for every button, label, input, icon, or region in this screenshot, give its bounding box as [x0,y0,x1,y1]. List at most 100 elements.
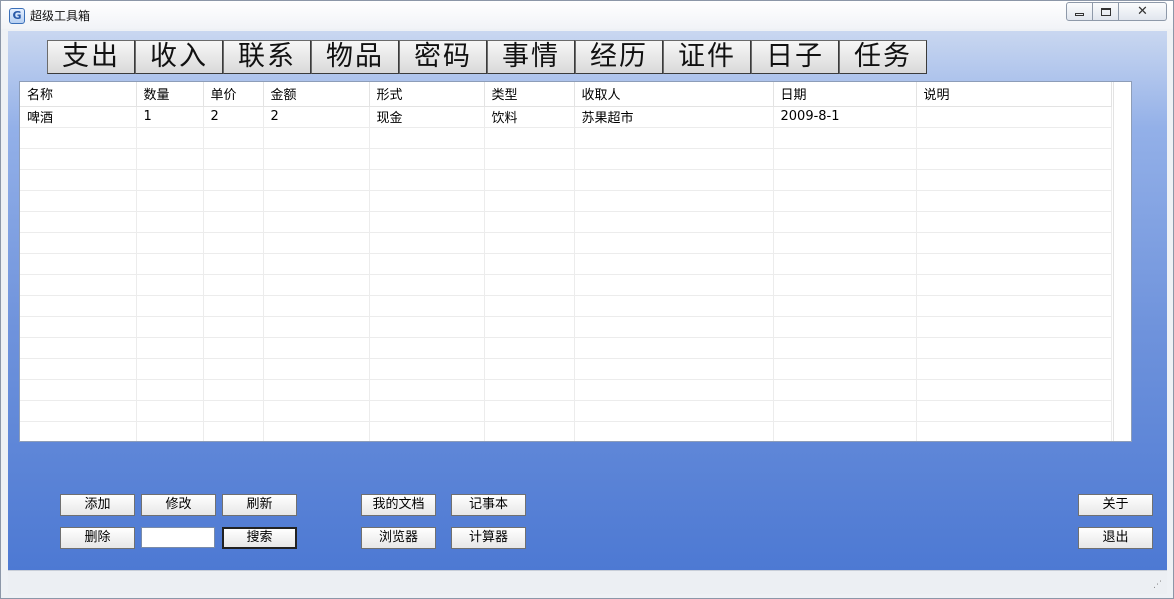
table-cell [574,190,774,212]
table-cell [574,211,774,233]
table-cell [484,148,575,170]
add-button[interactable]: 添加 [60,494,135,516]
calculator-button[interactable]: 计算器 [451,527,526,549]
main-window: G 超级工具箱 ✕ 支出 收入 联系 物品 密码 事情 经历 证件 日子 任务 名称 数量 单价 金额形… [0,0,1174,599]
table-cell [773,400,917,422]
tab-6[interactable]: 经历 [575,40,663,74]
my-docs-button[interactable]: 我的文档 [361,494,436,516]
table-row[interactable] [20,190,1112,212]
table-cell [574,337,774,359]
column-header[interactable]: 类型 [484,82,575,107]
table-cell [484,295,575,317]
table-cell [369,274,485,296]
table-cell [574,316,774,338]
delete-button[interactable]: 删除 [60,527,135,549]
about-button[interactable]: 关于 [1078,494,1153,516]
table-row[interactable] [20,127,1112,149]
app-icon: G [9,8,25,24]
table-row[interactable] [20,358,1112,380]
table-row[interactable] [20,379,1112,401]
table-cell [203,232,264,254]
table-cell [369,379,485,401]
title-bar[interactable]: G 超级工具箱 ✕ [1,1,1173,29]
tab-3[interactable]: 物品 [311,40,399,74]
column-header[interactable]: 形式 [369,82,485,107]
tab-9[interactable]: 任务 [839,40,927,74]
table-row[interactable] [20,253,1112,275]
table-cell [136,211,204,233]
resize-grip-icon[interactable]: ⋰ [1153,580,1163,590]
table-cell [484,379,575,401]
table-cell [263,421,370,441]
table-cell [773,421,917,441]
table-cell [484,316,575,338]
table-row[interactable] [20,169,1112,191]
table-cell [574,148,774,170]
table-cell [916,400,1112,422]
table-cell [136,316,204,338]
table-row[interactable] [20,421,1112,441]
tab-2[interactable]: 联系 [223,40,311,74]
maximize-button[interactable] [1093,2,1119,21]
table-cell: 1 [136,106,204,128]
search-input[interactable] [141,527,215,548]
table-cell [20,421,137,441]
column-header[interactable]: 名称 [20,82,137,107]
column-header[interactable]: 收取人 [574,82,774,107]
table-header-row: 名称 数量 单价 金额 形式 类型 收取人 日期 说明 [20,82,1112,107]
table-cell [484,127,575,149]
records-grid[interactable]: 名称 数量 单价 金额 形式 类型 收取人 日期 说明 啤酒 1 2 2 现金 饮料 苏果超市 2009-8-… [19,81,1132,442]
table-cell [773,127,917,149]
edit-button[interactable]: 修改 [141,494,216,516]
close-button[interactable]: ✕ [1119,2,1167,21]
table-cell [263,169,370,191]
table-row[interactable] [20,295,1112,317]
table-cell [20,148,137,170]
window-controls: ✕ [1066,2,1167,21]
table-cell [484,358,575,380]
tab-1[interactable]: 收入 [135,40,223,74]
table-cell: 2 [203,106,264,128]
tab-0[interactable]: 支出 [47,40,135,74]
table-cell [203,253,264,275]
table-cell [263,253,370,275]
table-row[interactable] [20,211,1112,233]
table-cell [484,169,575,191]
column-header[interactable]: 单价 [203,82,264,107]
table-cell [369,190,485,212]
table-cell [916,379,1112,401]
table-cell [484,253,575,275]
table-cell [136,148,204,170]
table-cell [20,232,137,254]
table-cell [263,211,370,233]
table-row[interactable] [20,148,1112,170]
table-cell [136,358,204,380]
column-header[interactable]: 说明 [916,82,1112,107]
table-row[interactable]: 啤酒 1 2 2 现金 饮料 苏果超市 2009-8-1 [20,106,1112,128]
table-row[interactable] [20,337,1112,359]
tab-5[interactable]: 事情 [487,40,575,74]
column-header[interactable]: 金额 [263,82,370,107]
tab-7[interactable]: 证件 [663,40,751,74]
table-row[interactable] [20,400,1112,422]
column-header[interactable]: 日期 [773,82,917,107]
exit-button[interactable]: 退出 [1078,527,1153,549]
table-row[interactable] [20,316,1112,338]
minimize-button[interactable] [1066,2,1093,21]
column-header[interactable]: 数量 [136,82,204,107]
notepad-button[interactable]: 记事本 [451,494,526,516]
tab-4[interactable]: 密码 [399,40,487,74]
table-cell [203,169,264,191]
table-cell: 苏果超市 [574,106,774,128]
browser-button[interactable]: 浏览器 [361,527,436,549]
tab-8[interactable]: 日子 [751,40,839,74]
table-row[interactable] [20,274,1112,296]
table-cell [20,211,137,233]
table-cell [263,232,370,254]
refresh-button[interactable]: 刷新 [222,494,297,516]
search-button[interactable]: 搜索 [222,527,297,549]
table-cell [916,127,1112,149]
table-cell [484,337,575,359]
table-cell [574,127,774,149]
table-row[interactable] [20,232,1112,254]
